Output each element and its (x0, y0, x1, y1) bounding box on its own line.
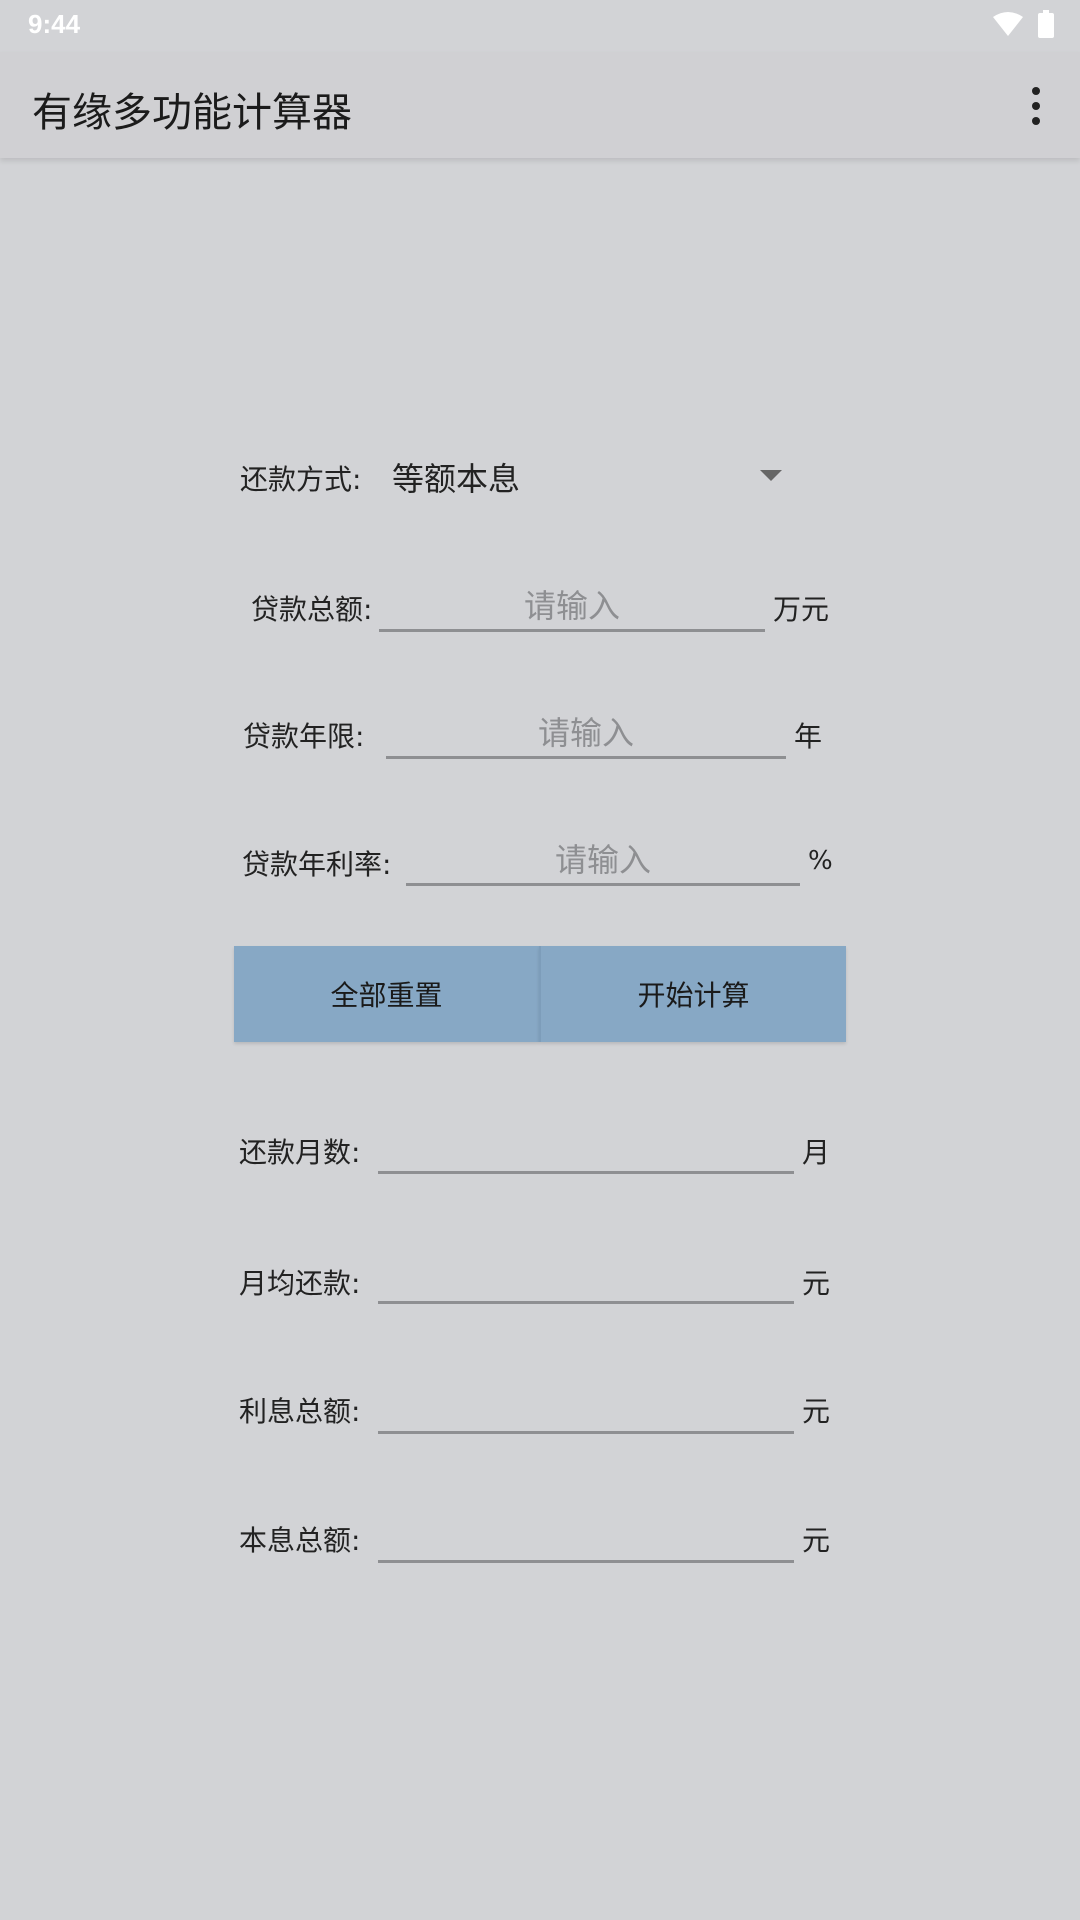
loan-amount-unit: 万元 (773, 593, 830, 626)
loan-years-input[interactable] (386, 709, 786, 756)
months-field (378, 1124, 794, 1174)
total-interest-label: 利息总额: (239, 1395, 361, 1428)
repayment-method-value: 等额本息 (392, 460, 521, 498)
annual-rate-label: 贷款年利率: (242, 848, 392, 881)
repayment-method-dropdown[interactable]: 等额本息 (380, 446, 810, 506)
wifi-icon (993, 12, 1023, 36)
monthly-payment-unit: 元 (802, 1267, 831, 1300)
annual-rate-input[interactable] (406, 836, 800, 883)
app-bar: 有缘多功能计算器 (0, 52, 1080, 158)
total-amount-label: 本息总额: (239, 1524, 361, 1557)
action-buttons: 全部重置 开始计算 (234, 946, 846, 1042)
loan-amount-field (379, 582, 765, 632)
battery-icon (1038, 10, 1054, 38)
annual-rate-field (406, 836, 800, 886)
total-interest-field (378, 1384, 794, 1434)
monthly-payment-field (378, 1254, 794, 1304)
loan-amount-label: 贷款总额: (251, 593, 373, 626)
total-amount-output[interactable] (378, 1513, 794, 1560)
total-interest-unit: 元 (802, 1395, 831, 1428)
loan-years-label: 贷款年限: (243, 720, 365, 753)
loan-years-field (386, 709, 786, 759)
months-label: 还款月数: (239, 1136, 361, 1169)
total-amount-unit: 元 (802, 1524, 831, 1557)
status-bar: 9:44 (0, 0, 1080, 50)
months-unit: 月 (802, 1136, 831, 1169)
reset-button[interactable]: 全部重置 (234, 946, 539, 1042)
annual-rate-unit: % (808, 846, 833, 876)
status-time: 9:44 (28, 9, 81, 39)
app-title: 有缘多功能计算器 (32, 90, 352, 136)
loan-years-unit: 年 (794, 720, 823, 753)
monthly-payment-output[interactable] (378, 1254, 794, 1301)
status-icons (992, 10, 1054, 38)
total-interest-output[interactable] (378, 1384, 794, 1431)
repayment-method-label: 还款方式: (240, 463, 362, 496)
loan-amount-input[interactable] (379, 582, 765, 629)
total-amount-field (378, 1513, 794, 1563)
calculate-button[interactable]: 开始计算 (539, 946, 846, 1042)
more-options-icon[interactable] (1012, 78, 1060, 134)
dropdown-arrow-icon (760, 470, 782, 481)
monthly-payment-label: 月均还款: (239, 1267, 361, 1300)
months-output[interactable] (378, 1124, 794, 1171)
